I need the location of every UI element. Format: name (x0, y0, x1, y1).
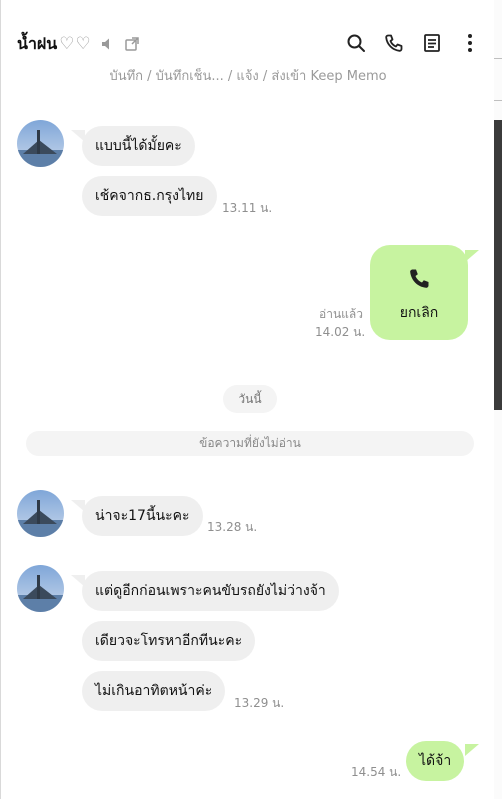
message-bubble[interactable]: แต่ดูอีกก่อนเพราะคนขับรถยังไม่ว่างจ้า (82, 571, 339, 611)
search-icon[interactable] (345, 32, 367, 54)
header-actions (345, 32, 481, 54)
popout-icon[interactable] (124, 36, 140, 52)
chat-header: น้ำฝน ♡♡ บันทึก / บันทึกเช็น... / แจ้ง /… (1, 0, 494, 88)
message-bubble[interactable]: เดียวจะโทรหาอีกทีนะคะ (82, 621, 256, 661)
bubble-tail (465, 744, 479, 756)
message-bubble[interactable]: แบบนี้ได้มั้ยคะ (82, 126, 195, 166)
notes-icon[interactable] (421, 32, 443, 54)
date-divider: วันนี้ (223, 385, 277, 413)
message-time: 13.11 น. (222, 201, 273, 215)
my-message-bubble[interactable]: ได้จ้า (406, 741, 465, 781)
message-time: 14.02 น. (315, 325, 366, 339)
phone-icon[interactable] (383, 32, 405, 54)
message-bubble[interactable]: น่าจะ17นี้นะคะ (82, 496, 203, 536)
call-card[interactable]: ยกเลิก (370, 245, 468, 340)
avatar[interactable] (17, 565, 64, 612)
call-status-label: ยกเลิก (399, 305, 439, 321)
hearts-icon: ♡♡ (59, 34, 92, 54)
message-bubble[interactable]: เช้คจากธ.กรุงไทย (82, 176, 217, 216)
phone-call-icon (407, 267, 431, 295)
message-time: 13.29 น. (234, 696, 285, 710)
unread-divider: ข้อความที่ยังไม่อ่าน (26, 431, 474, 456)
bubble-tail (465, 250, 479, 262)
avatar[interactable] (17, 120, 64, 167)
chat-name[interactable]: น้ำฝน (17, 32, 57, 57)
message-time: 14.54 น. (351, 765, 402, 779)
read-receipt: อ่านแล้ว (319, 307, 363, 321)
background-window-edge (494, 0, 502, 799)
chat-window: น้ำฝน ♡♡ บันทึก / บันทึกเช็น... / แจ้ง /… (0, 0, 494, 799)
mute-icon[interactable] (100, 36, 116, 52)
avatar[interactable] (17, 490, 64, 537)
more-vertical-icon[interactable] (459, 32, 481, 54)
message-time: 13.28 น. (207, 520, 258, 534)
message-bubble[interactable]: ไม่เกินอาทิตหน้าค่ะ (82, 671, 226, 711)
memo-breadcrumb[interactable]: บันทึก / บันทึกเช็น... / แจ้ง / ส่งเข้า … (1, 68, 494, 86)
chat-title-row: น้ำฝน ♡♡ (17, 32, 140, 56)
